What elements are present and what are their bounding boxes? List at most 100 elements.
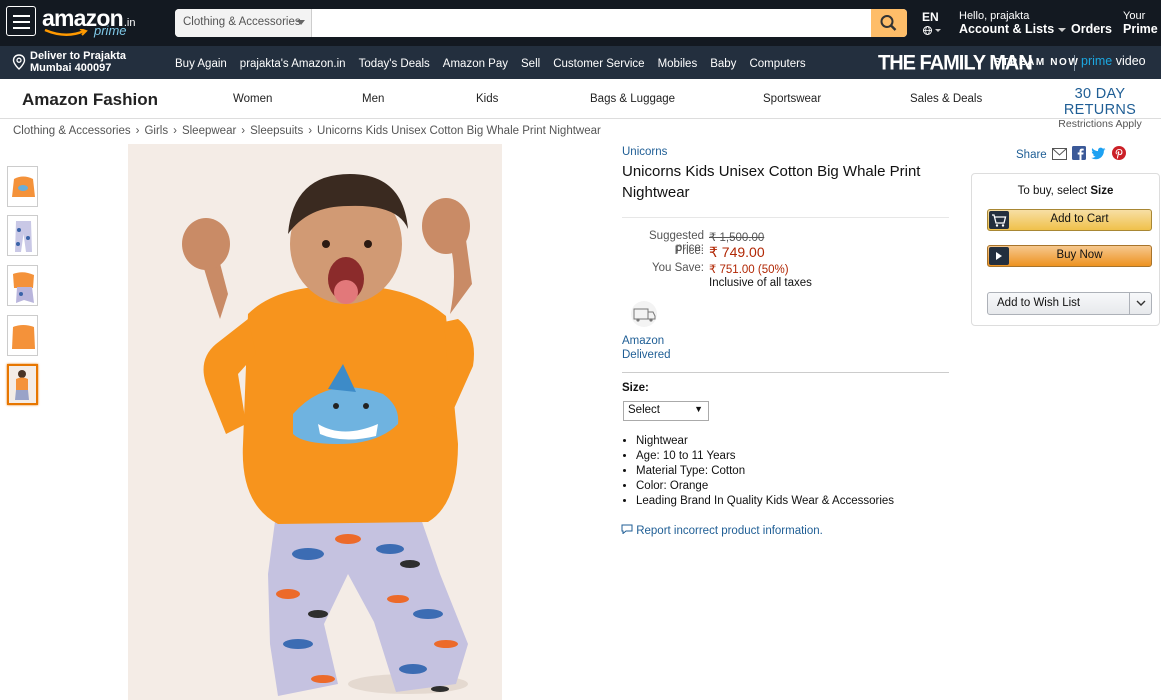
feature-item: Age: 10 to 11 Years bbox=[636, 449, 894, 464]
nav-todays-deals[interactable]: Today's Deals bbox=[359, 58, 430, 70]
facebook-icon[interactable] bbox=[1072, 146, 1087, 160]
promo-stream-now[interactable]: STREAM NOW bbox=[994, 57, 1079, 68]
breadcrumb-item[interactable]: Clothing & Accessories bbox=[13, 125, 131, 137]
fashion-cat-women[interactable]: Women bbox=[233, 93, 272, 105]
share-label: Share bbox=[1016, 149, 1047, 161]
comment-icon bbox=[621, 524, 633, 535]
add-to-cart-label: Add to Cart bbox=[1050, 213, 1109, 225]
product-main-image[interactable] bbox=[128, 144, 502, 700]
tax-note: Inclusive of all taxes bbox=[709, 277, 812, 289]
nav-buy-again[interactable]: Buy Again bbox=[175, 58, 227, 70]
globe-icon bbox=[922, 25, 944, 39]
fashion-cat-sales[interactable]: Sales & Deals bbox=[910, 93, 982, 105]
returns-sub: Restrictions Apply bbox=[1058, 118, 1142, 130]
product-photo bbox=[128, 144, 502, 700]
thumbnail-image[interactable] bbox=[7, 315, 38, 356]
breadcrumb-separator: › bbox=[241, 125, 246, 137]
thumbnail-image-selected[interactable] bbox=[7, 364, 38, 405]
delivered-line1: Amazon bbox=[622, 335, 665, 347]
nav-sell[interactable]: Sell bbox=[521, 58, 540, 70]
buy-now-label: Buy Now bbox=[1056, 249, 1103, 261]
email-icon[interactable] bbox=[1051, 148, 1067, 160]
price-label: Price: bbox=[674, 245, 704, 257]
search-icon bbox=[880, 15, 897, 31]
sub-nav-links: Buy Again prajakta's Amazon.in Today's Dea… bbox=[175, 58, 819, 70]
wish-list-dropdown[interactable] bbox=[1129, 293, 1151, 314]
returns-banner[interactable]: 30 DAY RETURNS Restrictions Apply bbox=[1039, 86, 1161, 130]
breadcrumb: Clothing & Accessories › Girls › Sleepwear › S… bbox=[13, 125, 601, 137]
nav-baby[interactable]: Baby bbox=[710, 58, 736, 70]
feature-item: Leading Brand In Quality Kids Wear & Acc… bbox=[636, 494, 894, 509]
fashion-cat-sportswear[interactable]: Sportswear bbox=[763, 93, 821, 105]
brand-link[interactable]: Unicorns bbox=[622, 146, 667, 158]
breadcrumb-item[interactable]: Girls bbox=[144, 125, 168, 137]
menu-icon[interactable] bbox=[6, 6, 36, 36]
fashion-cat-men[interactable]: Men bbox=[362, 93, 384, 105]
breadcrumb-item[interactable]: Unicorns Kids Unisex Cotton Big Whale Pr… bbox=[317, 125, 601, 137]
breadcrumb-separator: › bbox=[308, 125, 313, 137]
fashion-cat-kids[interactable]: Kids bbox=[476, 93, 498, 105]
search-category-dropdown[interactable]: Clothing & Accessories bbox=[175, 9, 312, 37]
logo-smile-icon bbox=[44, 29, 88, 36]
search-input[interactable] bbox=[313, 9, 871, 37]
breadcrumb-item[interactable]: Sleepsuits bbox=[250, 125, 303, 137]
nav-amazon-pay[interactable]: Amazon Pay bbox=[443, 58, 508, 70]
prime-video-logo[interactable]: prime video bbox=[1081, 54, 1146, 68]
to-buy-instruction: To buy, select Size bbox=[972, 185, 1159, 197]
chevron-down-icon bbox=[297, 20, 305, 25]
feature-list: Nightwear Age: 10 to 11 Years Material T… bbox=[636, 434, 894, 509]
top-nav: amazon.in prime Clothing & Accessories E… bbox=[0, 0, 1161, 46]
nav-computers[interactable]: Computers bbox=[749, 58, 805, 70]
twitter-icon[interactable] bbox=[1091, 147, 1106, 160]
share-row: Share bbox=[1016, 146, 1126, 161]
nav-mobiles[interactable]: Mobiles bbox=[658, 58, 698, 70]
size-dropdown[interactable]: Select ▼ bbox=[623, 401, 709, 421]
chevron-down-icon bbox=[1136, 300, 1146, 306]
account-greeting: Hello, prajakta bbox=[959, 10, 1030, 22]
account-label: Account & Lists bbox=[959, 22, 1055, 36]
language-code: EN bbox=[922, 10, 939, 24]
returns-headline: 30 DAY RETURNS bbox=[1063, 86, 1137, 118]
account-menu[interactable]: Hello, prajakta Account & Lists bbox=[959, 10, 1066, 36]
you-save-label: You Save: bbox=[651, 262, 704, 274]
orders-link[interactable]: Orders bbox=[1071, 22, 1112, 36]
fashion-title[interactable]: Amazon Fashion bbox=[22, 90, 158, 110]
thumbnail-image[interactable] bbox=[7, 215, 38, 256]
suggested-price-value: ₹ 1,500.00 bbox=[709, 232, 765, 244]
sub-nav: Deliver to Prajakta Mumbai 400097 Buy Ag… bbox=[0, 46, 1161, 79]
promo-divider bbox=[1074, 55, 1075, 71]
delivery-truck-icon bbox=[631, 301, 657, 327]
deliver-to-location[interactable]: Deliver to Prajakta Mumbai 400097 bbox=[12, 50, 126, 74]
prime-video-video: video bbox=[1115, 54, 1146, 68]
feature-item: Color: Orange bbox=[636, 479, 894, 494]
add-to-cart-button[interactable]: Add to Cart bbox=[987, 209, 1152, 231]
add-to-wish-list-button[interactable]: Add to Wish List bbox=[987, 292, 1152, 315]
your-prime-line1: Your bbox=[1123, 10, 1146, 22]
divider bbox=[622, 372, 949, 373]
you-save-value: ₹ 751.00 (50%) bbox=[709, 264, 789, 276]
language-selector[interactable]: EN bbox=[922, 10, 944, 39]
fashion-cat-bags[interactable]: Bags & Luggage bbox=[590, 93, 675, 105]
nav-customer-service[interactable]: Customer Service bbox=[553, 58, 644, 70]
thumbnail-image[interactable] bbox=[7, 265, 38, 306]
search-button[interactable] bbox=[871, 9, 907, 37]
breadcrumb-separator: › bbox=[135, 125, 140, 137]
location-pin-icon bbox=[12, 54, 26, 70]
report-text: Report incorrect product information. bbox=[636, 525, 823, 537]
breadcrumb-item[interactable]: Sleepwear bbox=[182, 125, 236, 137]
amazon-logo[interactable]: amazon.in prime bbox=[42, 5, 135, 38]
amazon-delivered-badge[interactable]: Amazon Delivered bbox=[622, 300, 671, 362]
buy-now-button[interactable]: Buy Now bbox=[987, 245, 1152, 267]
to-buy-size: Size bbox=[1090, 185, 1114, 197]
nav-users-amazon[interactable]: prajakta's Amazon.in bbox=[240, 58, 346, 70]
prime-video-prime: prime bbox=[1081, 54, 1113, 68]
size-label: Size: bbox=[622, 382, 649, 394]
search-bar: Clothing & Accessories bbox=[175, 9, 907, 37]
report-incorrect-info-link[interactable]: Report incorrect product information. bbox=[621, 524, 823, 537]
chevron-down-icon bbox=[1057, 28, 1066, 32]
your-prime-link[interactable]: Your Prime bbox=[1123, 10, 1158, 36]
size-selected-value: Select bbox=[628, 404, 660, 416]
chevron-down-icon: ▼ bbox=[694, 404, 703, 414]
thumbnail-image[interactable] bbox=[7, 166, 38, 207]
pinterest-icon[interactable] bbox=[1111, 146, 1126, 160]
